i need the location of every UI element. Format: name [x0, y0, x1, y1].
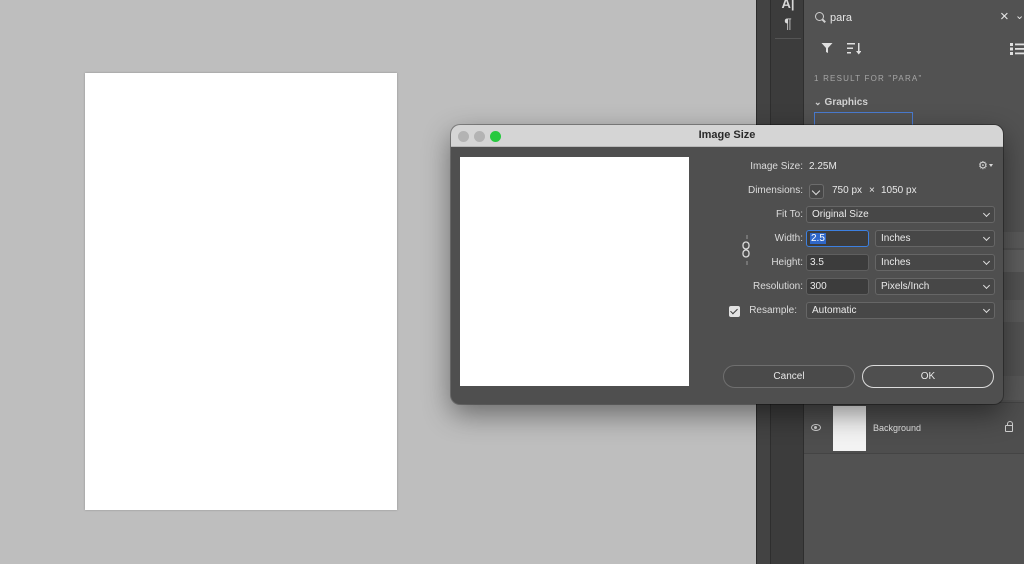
- paragraph-icon[interactable]: ¶: [771, 15, 805, 31]
- search-input[interactable]: para: [830, 12, 852, 24]
- chevron-down-icon: ⌄: [814, 97, 822, 107]
- cancel-button[interactable]: Cancel: [723, 365, 855, 388]
- filter-icon[interactable]: [821, 42, 833, 54]
- dimensions-separator: ×: [869, 185, 875, 196]
- chevron-down-icon[interactable]: ⌄: [1015, 9, 1024, 22]
- fit-to-select[interactable]: Original Size: [806, 206, 995, 223]
- lock-icon[interactable]: [1005, 421, 1013, 432]
- list-icon[interactable]: [1010, 42, 1024, 55]
- image-size-value: 2.25M: [809, 161, 837, 172]
- dimensions-label: Dimensions:: [747, 185, 803, 196]
- height-unit-select[interactable]: Inches: [875, 254, 995, 271]
- eye-icon[interactable]: [811, 424, 821, 431]
- document-page: [85, 73, 397, 510]
- width-field[interactable]: 2.5: [806, 230, 869, 247]
- dimensions-height: 1050 px: [881, 185, 917, 196]
- height-field[interactable]: 3.5: [806, 254, 869, 271]
- width-field-value: 2.5: [810, 233, 826, 244]
- resample-select[interactable]: Automatic: [806, 302, 995, 319]
- resolution-field[interactable]: 300: [806, 278, 869, 295]
- image-preview[interactable]: [460, 157, 689, 386]
- width-label: Width:: [774, 233, 803, 244]
- image-size-label: Image Size:: [750, 161, 803, 172]
- resample-label: Resample:: [749, 305, 797, 316]
- layer-name: Background: [873, 423, 922, 433]
- dimensions-width: 750 px: [832, 185, 863, 196]
- close-icon[interactable]: ×: [1000, 8, 1009, 25]
- search-bar[interactable]: para × ⌄: [804, 4, 1024, 32]
- layer-thumbnail: [833, 406, 866, 451]
- resolution-unit-select[interactable]: Pixels/Inch: [875, 278, 995, 295]
- section-graphics[interactable]: ⌄ Graphics: [814, 97, 868, 108]
- character-icon[interactable]: A|: [771, 0, 805, 11]
- resolution-label: Resolution:: [752, 281, 803, 292]
- fit-to-label: Fit To:: [775, 209, 803, 220]
- image-size-dialog: Image Size Image Size: 2.25M ⚙ Dimension…: [451, 125, 1003, 404]
- ok-button[interactable]: OK: [862, 365, 994, 388]
- dialog-titlebar[interactable]: Image Size: [451, 125, 1003, 147]
- dialog-title: Image Size: [698, 129, 756, 141]
- width-unit-select[interactable]: Inches: [875, 230, 995, 247]
- gear-icon[interactable]: ⚙: [978, 159, 993, 172]
- sort-icon[interactable]: [847, 42, 861, 55]
- dimensions-unit-dropdown[interactable]: [809, 184, 824, 199]
- height-label: Height:: [771, 257, 803, 268]
- layer-row[interactable]: Background: [804, 402, 1024, 454]
- result-thumbnail[interactable]: [814, 112, 913, 126]
- search-icon: [815, 12, 824, 21]
- result-count: 1 RESULT FOR "PARA": [814, 74, 923, 83]
- section-title: Graphics: [824, 97, 868, 108]
- divider: [775, 38, 801, 39]
